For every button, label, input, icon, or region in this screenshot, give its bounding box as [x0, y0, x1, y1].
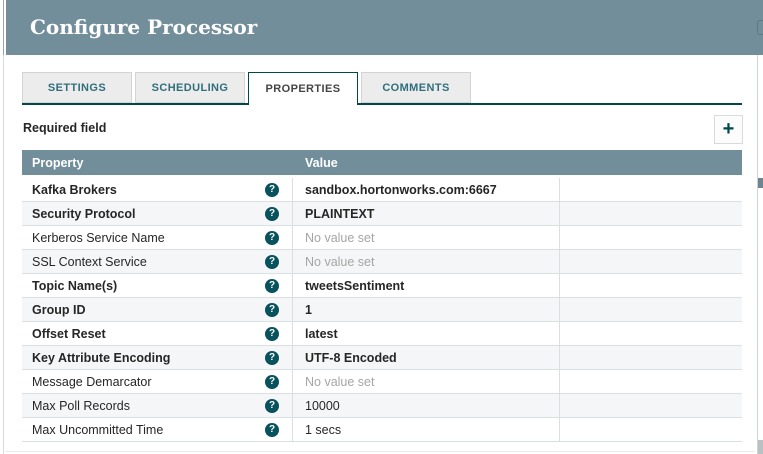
empty-cell	[560, 346, 742, 369]
empty-cell	[560, 298, 742, 321]
property-value[interactable]: UTF-8 Encoded	[293, 346, 560, 369]
property-value[interactable]: tweetsSentiment	[293, 274, 560, 297]
property-name: Group ID	[32, 303, 85, 317]
table-row[interactable]: Group ID?1	[22, 298, 742, 322]
property-cell: Group ID?	[22, 298, 293, 321]
table-row[interactable]: Kafka Brokers?sandbox.hortonworks.com:66…	[22, 178, 742, 202]
configure-processor-dialog: Configure Processor SETTINGS SCHEDULING PR…	[0, 0, 763, 454]
table-row[interactable]: Kerberos Service Name?No value set	[22, 226, 742, 250]
help-icon[interactable]: ?	[265, 399, 279, 413]
property-cell: Kerberos Service Name?	[22, 226, 293, 249]
scrollbar-bottom-fragment	[758, 440, 763, 454]
help-icon[interactable]: ?	[265, 231, 279, 245]
add-property-button[interactable]: +	[714, 115, 743, 144]
empty-cell	[560, 178, 742, 201]
property-cell: Kafka Brokers?	[22, 178, 293, 201]
tab-label: SCHEDULING	[152, 82, 229, 94]
property-name: Security Protocol	[32, 207, 136, 221]
dialog-header: Configure Processor	[6, 0, 763, 55]
empty-cell	[560, 370, 742, 393]
property-name: Kerberos Service Name	[32, 231, 165, 245]
help-icon[interactable]: ?	[265, 183, 279, 197]
column-header-value: Value	[293, 156, 560, 170]
plus-icon: +	[723, 119, 735, 139]
help-icon[interactable]: ?	[265, 279, 279, 293]
table-row[interactable]: Max Poll Records?10000	[22, 394, 742, 418]
required-field-label: Required field	[23, 121, 106, 135]
property-value[interactable]: PLAINTEXT	[293, 202, 560, 225]
property-value[interactable]: 10000	[293, 394, 560, 417]
property-name: Max Uncommitted Time	[32, 423, 163, 437]
help-icon[interactable]: ?	[265, 423, 279, 437]
table-body: Kafka Brokers?sandbox.hortonworks.com:66…	[22, 178, 742, 442]
property-value[interactable]: latest	[293, 322, 560, 345]
scrollbar-thumb[interactable]	[758, 178, 763, 188]
properties-table: Property Value Kafka Brokers?sandbox.hor…	[22, 150, 742, 442]
tab-scheduling[interactable]: SCHEDULING	[135, 72, 245, 103]
page-edge-line-top	[3, 0, 4, 55]
tab-label: PROPERTIES	[266, 83, 341, 95]
property-name: Message Demarcator	[32, 375, 152, 389]
property-name: SSL Context Service	[32, 255, 147, 269]
bottom-divider	[6, 451, 755, 452]
property-cell: SSL Context Service?	[22, 250, 293, 273]
help-icon[interactable]: ?	[265, 375, 279, 389]
property-value[interactable]: No value set	[293, 250, 560, 273]
property-value[interactable]: 1	[293, 298, 560, 321]
table-row[interactable]: Message Demarcator?No value set	[22, 370, 742, 394]
table-row[interactable]: Max Uncommitted Time?1 secs	[22, 418, 742, 442]
property-cell: Offset Reset?	[22, 322, 293, 345]
property-value[interactable]: No value set	[293, 370, 560, 393]
property-cell: Security Protocol?	[22, 202, 293, 225]
property-name: Offset Reset	[32, 327, 106, 341]
help-icon[interactable]: ?	[265, 303, 279, 317]
empty-cell	[560, 274, 742, 297]
property-name: Kafka Brokers	[32, 183, 117, 197]
tab-settings[interactable]: SETTINGS	[22, 72, 132, 103]
help-icon[interactable]: ?	[265, 207, 279, 221]
tab-properties[interactable]: PROPERTIES	[248, 72, 358, 105]
table-header-row: Property Value	[22, 150, 742, 175]
property-value[interactable]: No value set	[293, 226, 560, 249]
property-cell: Max Poll Records?	[22, 394, 293, 417]
property-cell: Key Attribute Encoding?	[22, 346, 293, 369]
scrollbar-track[interactable]	[757, 55, 758, 454]
tab-comments[interactable]: COMMENTS	[361, 72, 471, 103]
dialog-title: Configure Processor	[6, 0, 763, 55]
property-name: Topic Name(s)	[32, 279, 117, 293]
empty-cell	[560, 418, 742, 441]
help-icon[interactable]: ?	[265, 327, 279, 341]
empty-cell	[560, 226, 742, 249]
help-icon[interactable]: ?	[265, 351, 279, 365]
empty-cell	[560, 394, 742, 417]
table-row[interactable]: Topic Name(s)?tweetsSentiment	[22, 274, 742, 298]
tab-label: COMMENTS	[382, 82, 449, 94]
property-cell: Topic Name(s)?	[22, 274, 293, 297]
help-icon[interactable]: ?	[265, 255, 279, 269]
tab-label: SETTINGS	[48, 82, 106, 94]
property-value[interactable]: sandbox.hortonworks.com:6667	[293, 178, 560, 201]
table-row[interactable]: Key Attribute Encoding?UTF-8 Encoded	[22, 346, 742, 370]
empty-cell	[560, 202, 742, 225]
empty-cell	[560, 250, 742, 273]
property-value[interactable]: 1 secs	[293, 418, 560, 441]
table-row[interactable]: SSL Context Service?No value set	[22, 250, 742, 274]
property-name: Max Poll Records	[32, 399, 130, 413]
table-row[interactable]: Offset Reset?latest	[22, 322, 742, 346]
page-edge-line	[3, 0, 4, 454]
empty-cell	[560, 322, 742, 345]
column-header-property: Property	[22, 156, 293, 170]
tab-bar: SETTINGS SCHEDULING PROPERTIES COMMENTS	[22, 72, 742, 105]
table-row[interactable]: Security Protocol?PLAINTEXT	[22, 202, 742, 226]
property-cell: Message Demarcator?	[22, 370, 293, 393]
property-cell: Max Uncommitted Time?	[22, 418, 293, 441]
scrollbar-fragment-icon	[757, 20, 763, 35]
property-name: Key Attribute Encoding	[32, 351, 170, 365]
